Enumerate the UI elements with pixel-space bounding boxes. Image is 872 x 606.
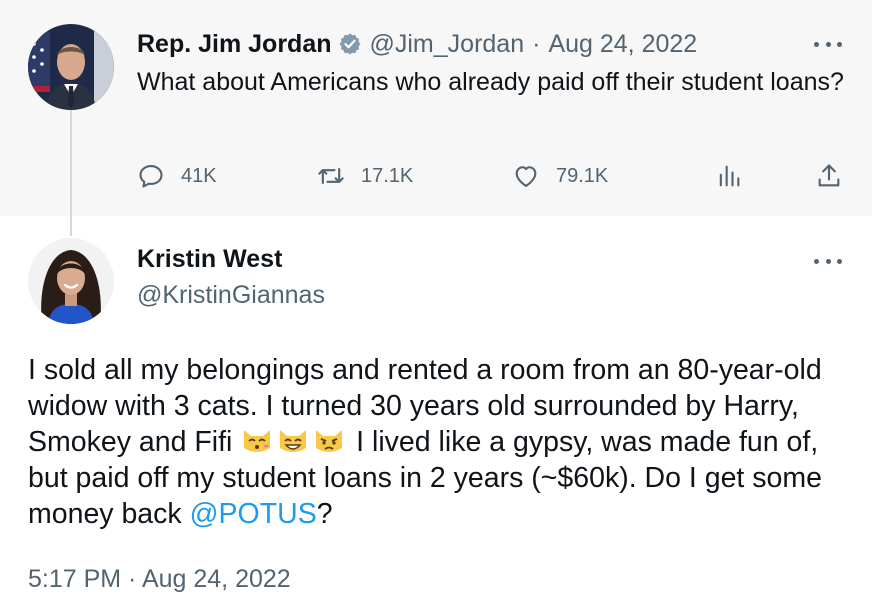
like-button[interactable]: 79.1K — [512, 158, 608, 194]
avatar-kristin-west[interactable] — [28, 238, 114, 324]
quoted-tweet-text: What about Americans who already paid of… — [137, 68, 844, 96]
share-icon — [818, 164, 840, 187]
more-options-icon[interactable] — [814, 251, 842, 271]
kissing-cat-emoji-icon — [240, 426, 274, 456]
reply-count: 41K — [181, 164, 217, 187]
grinning-cat-emoji-icon — [276, 426, 310, 456]
retweet-icon — [318, 167, 344, 185]
reply-tweet-text: I sold all my belongings and rented a ro… — [28, 352, 858, 532]
quoted-tweet-header: Rep. Jim Jordan @Jim_Jordan · Aug 24, 20… — [137, 28, 697, 60]
like-count: 79.1K — [556, 164, 609, 187]
tweet-date[interactable]: Aug 24, 2022 — [548, 30, 697, 59]
author-handle[interactable]: @Jim_Jordan — [370, 30, 525, 59]
avatar-jim-jordan[interactable] — [28, 24, 114, 110]
thread-connector-line — [70, 108, 72, 236]
mention-link[interactable]: @POTUS — [190, 498, 317, 530]
separator-dot: · — [532, 29, 541, 58]
reply-author-handle[interactable]: @KristinGiannas — [137, 278, 325, 312]
reply-author-name[interactable]: Kristin West — [137, 242, 282, 276]
share-button[interactable] — [815, 158, 843, 194]
reply-icon — [139, 165, 163, 188]
author-name[interactable]: Rep. Jim Jordan — [137, 30, 332, 59]
reply-button[interactable]: 41K — [137, 158, 217, 194]
more-options-icon[interactable] — [814, 34, 842, 54]
retweet-button[interactable]: 17.1K — [317, 158, 413, 194]
tweet-actions-bar: 41K 17.1K 79.1K — [137, 158, 847, 194]
heart-icon — [515, 166, 537, 187]
tweet-timestamp[interactable]: 5:17 PM · Aug 24, 2022 — [28, 562, 291, 596]
pouting-cat-emoji-icon — [312, 426, 346, 456]
retweet-count: 17.1K — [361, 164, 414, 187]
verified-badge-icon — [338, 32, 362, 56]
tweet-text-part: ? — [316, 498, 333, 530]
views-button[interactable] — [715, 158, 743, 194]
views-chart-icon — [719, 165, 740, 187]
